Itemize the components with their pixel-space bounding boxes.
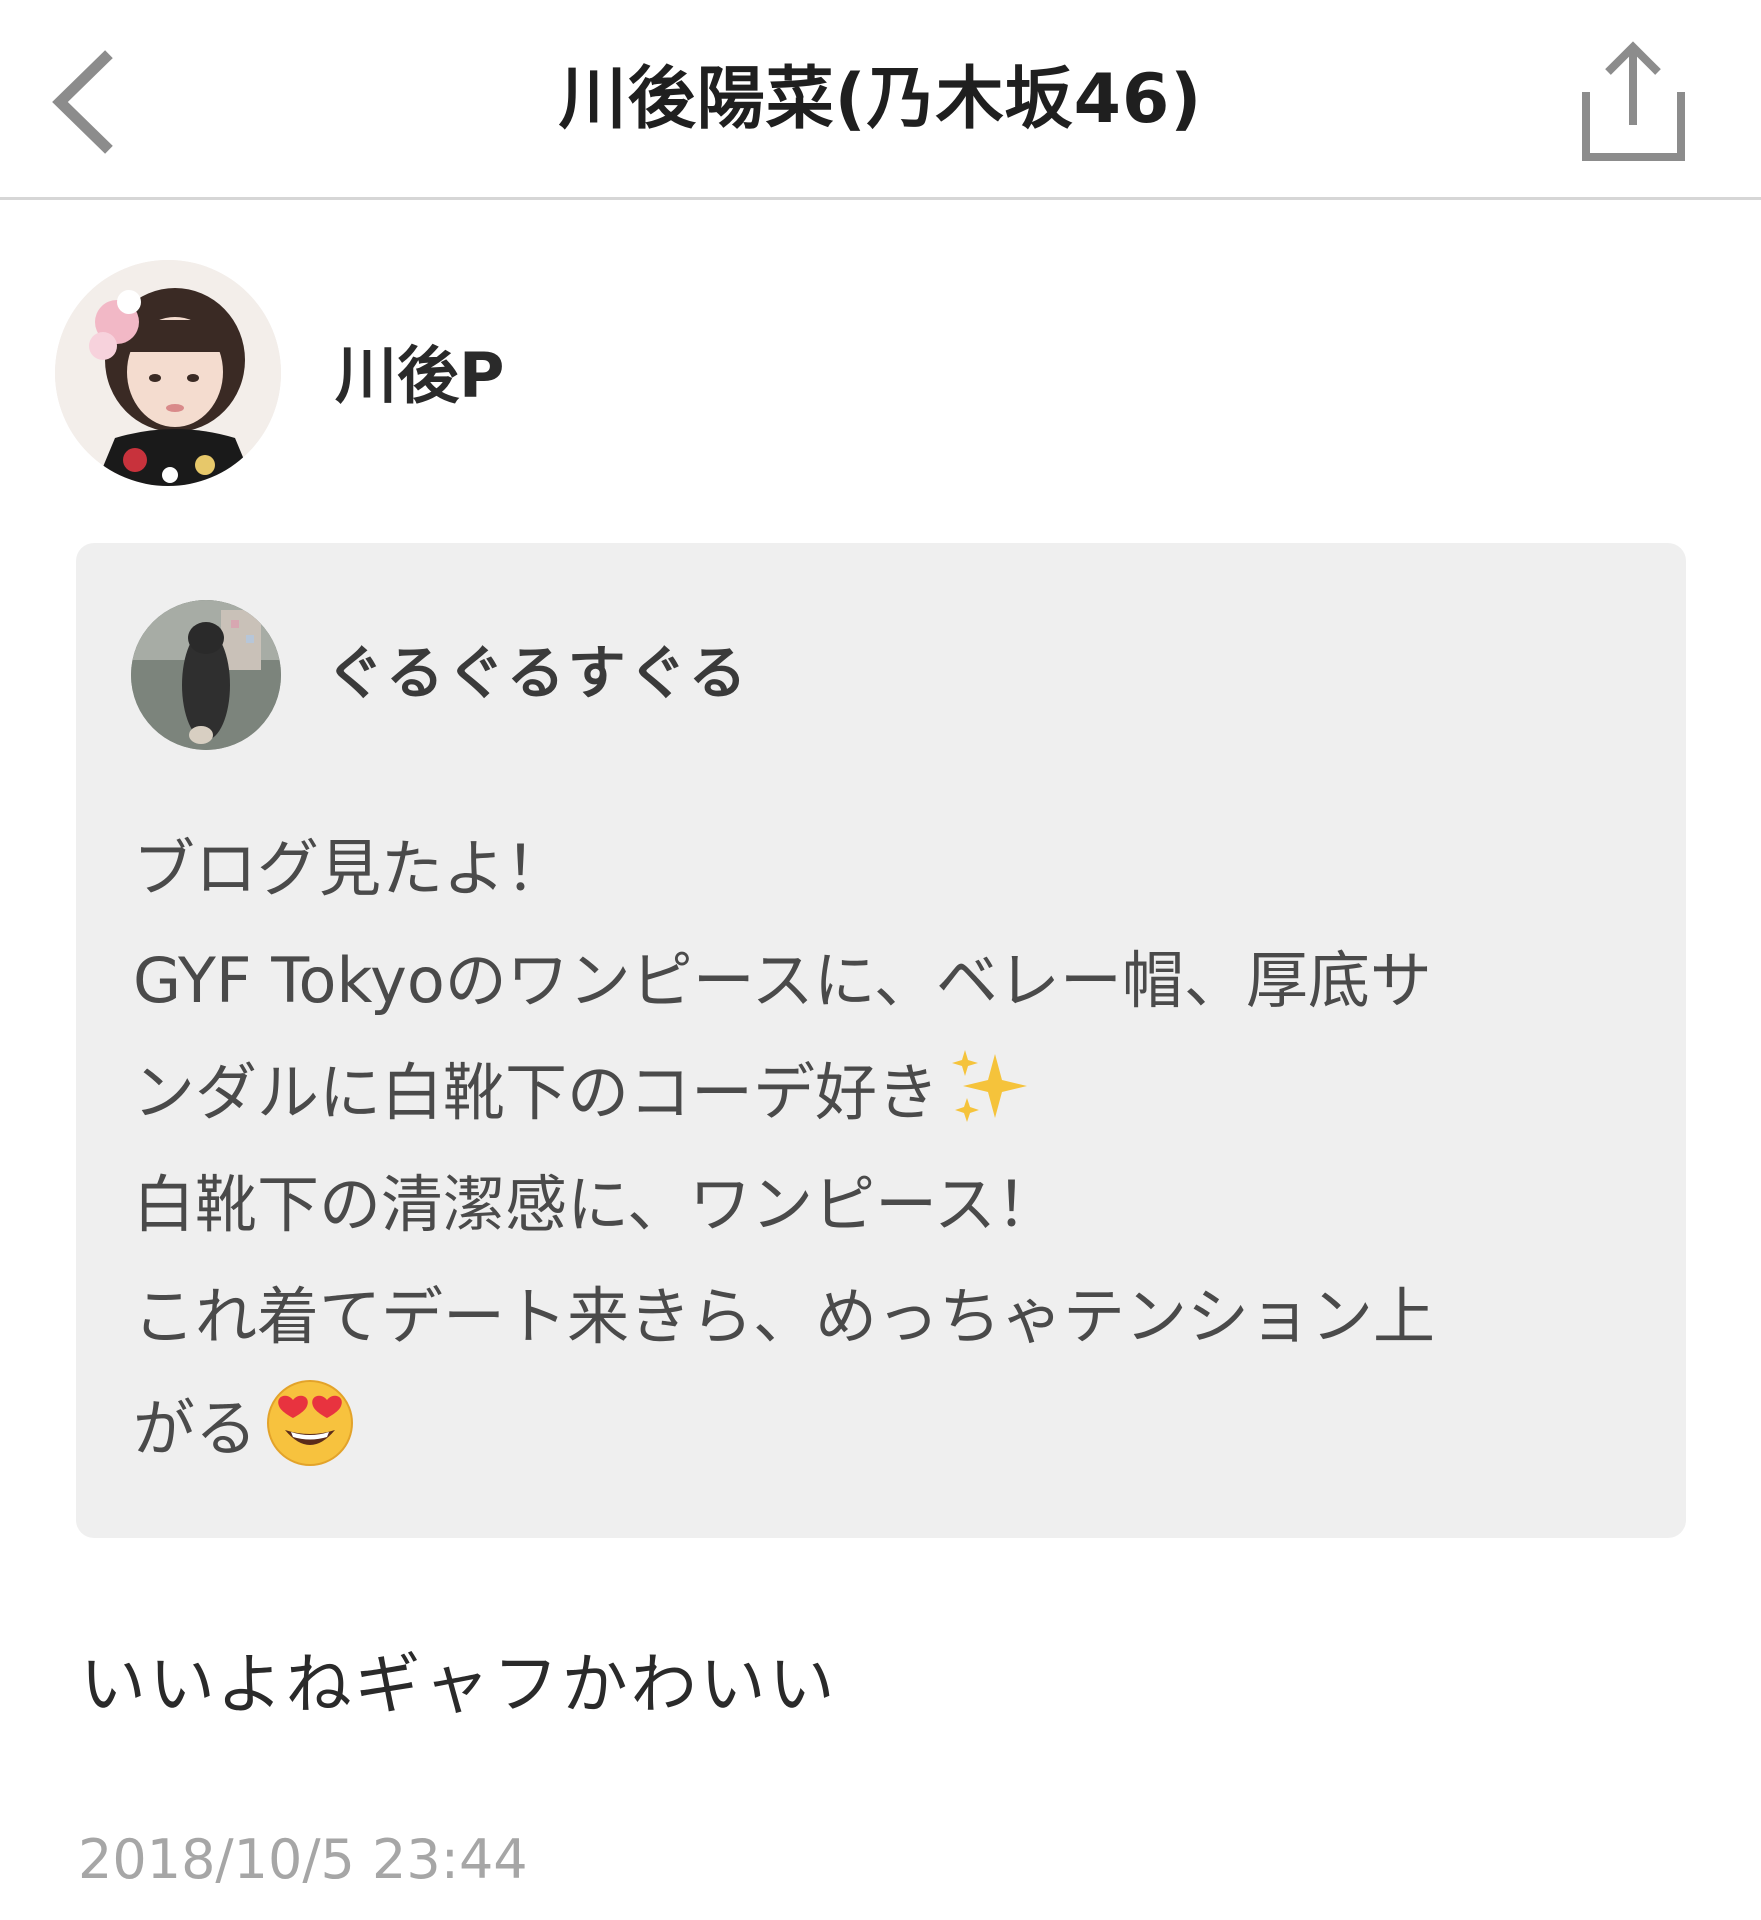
message-line-text: がる	[133, 1392, 258, 1465]
top-bar: 川後陽菜(乃木坂46)	[0, 0, 1761, 200]
message-line: がる	[133, 1373, 1653, 1485]
author-name[interactable]: 川後P	[335, 338, 504, 414]
heart-eyes-emoji-icon	[267, 1380, 354, 1466]
message-line: ブログ見たよ！	[133, 832, 568, 905]
back-button[interactable]	[40, 40, 130, 160]
share-button[interactable]	[1581, 40, 1691, 165]
quoted-user-avatar[interactable]	[131, 600, 281, 750]
message-line-text: ンダルに白靴下のコーデ好き	[133, 1056, 940, 1129]
quoted-message: ぐるぐるすぐる ブログ見たよ！ GYF Tokyoのワンピースに、ベレー帽、厚底…	[76, 543, 1686, 1538]
post-comment: いいよねギャフかわいい	[80, 1646, 838, 1723]
quoted-user-name[interactable]: ぐるぐるすぐる	[326, 638, 750, 708]
chevron-left-icon	[52, 50, 113, 154]
quoted-message-text: ブログ見たよ！ GYF Tokyoのワンピースに、ベレー帽、厚底サ ンダルに白靴…	[133, 813, 1653, 1485]
post-timestamp: 2018/10/5 23:44	[78, 1828, 528, 1891]
message-line: 白靴下の清潔感に、ワンピース！	[133, 1168, 1059, 1241]
message-line: これ着てデート来きら、めっちゃテンション上	[133, 1280, 1436, 1353]
page-title: 川後陽菜(乃木坂46)	[558, 60, 1203, 139]
author-avatar[interactable]	[55, 260, 281, 486]
share-icon	[1582, 41, 1685, 161]
post-author: 川後P	[55, 260, 1655, 490]
message-line: GYF Tokyoのワンピースに、ベレー帽、厚底サ	[133, 944, 1432, 1017]
message-line: ンダルに白靴下のコーデ好き	[133, 1037, 1653, 1149]
sparkles-icon	[952, 1050, 1028, 1122]
